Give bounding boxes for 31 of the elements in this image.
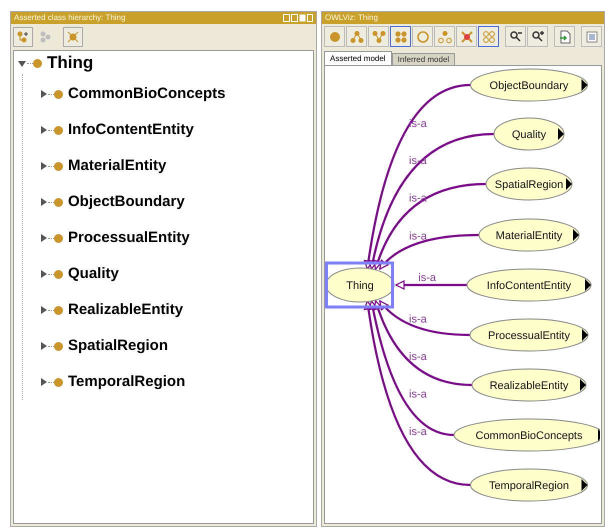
class-node[interactable]: ProcessualEntity bbox=[470, 318, 588, 352]
class-node[interactable]: SpatialRegion bbox=[486, 168, 572, 200]
class-label[interactable]: SpatialRegion bbox=[68, 334, 168, 358]
class-node[interactable]: Quality bbox=[494, 118, 564, 150]
edge-label: is-a bbox=[409, 230, 427, 242]
class-label[interactable]: RealizableEntity bbox=[68, 298, 184, 322]
class-label[interactable]: CommonBioConcepts bbox=[68, 82, 226, 106]
class-node[interactable]: TemporalRegion bbox=[470, 468, 588, 502]
class-node[interactable]: ObjectBoundary bbox=[470, 68, 588, 102]
edge-label: is-a bbox=[409, 314, 427, 326]
class-label[interactable]: MaterialEntity bbox=[68, 154, 166, 178]
panel-title: Asserted class hierarchy: Thing bbox=[14, 12, 126, 24]
class-node[interactable]: RealizableEntity bbox=[472, 368, 586, 402]
class-node[interactable]: CommonBioConcepts bbox=[454, 418, 600, 452]
edge-label: is-a bbox=[409, 388, 427, 400]
root-class-node[interactable]: Thing bbox=[326, 268, 394, 302]
tab[interactable]: Inferred model bbox=[392, 53, 456, 65]
edge-label: is-a bbox=[418, 272, 436, 284]
class-label[interactable]: ProcessualEntity bbox=[68, 226, 190, 250]
edge-label: is-a bbox=[409, 426, 427, 438]
class-node[interactable]: InfoContentEntity bbox=[466, 268, 592, 302]
panel-title: OWLViz: Thing bbox=[325, 12, 378, 24]
class-label[interactable]: InfoContentEntity bbox=[68, 118, 194, 142]
tab[interactable]: Asserted model bbox=[324, 51, 392, 65]
class-node[interactable]: MaterialEntity bbox=[478, 218, 580, 252]
edge-label: is-a bbox=[409, 118, 427, 130]
class-label[interactable]: Quality bbox=[68, 262, 119, 286]
class-label[interactable]: Thing bbox=[47, 50, 94, 76]
edge-label: is-a bbox=[409, 351, 427, 363]
class-label[interactable]: TemporalRegion bbox=[68, 370, 186, 394]
class-label[interactable]: ObjectBoundary bbox=[68, 190, 185, 214]
